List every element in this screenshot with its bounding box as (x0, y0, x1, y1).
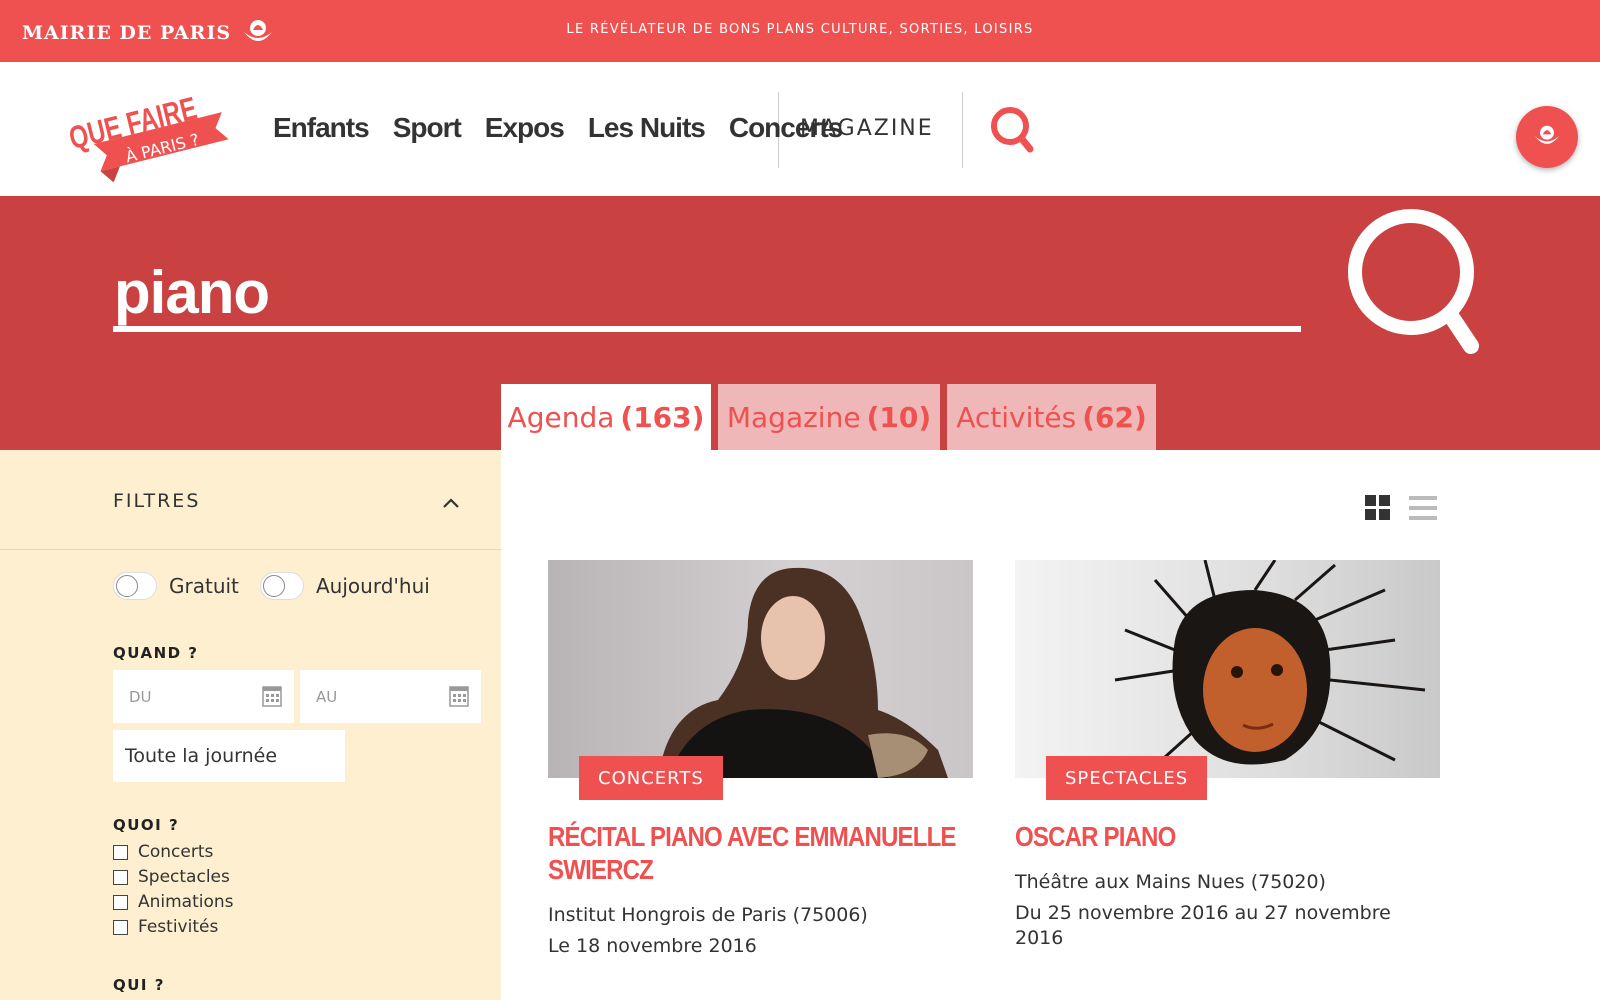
tab-agenda[interactable]: Agenda (163) (501, 384, 711, 450)
toggle-aujourdhui[interactable] (260, 572, 304, 600)
calendar-icon (449, 686, 469, 707)
event-image[interactable] (1015, 560, 1440, 778)
search-hero: piano Agenda (163) Magazine (10) Activités… (0, 196, 1600, 450)
checkbox-concerts[interactable]: Concerts (113, 842, 213, 862)
quand-heading: QUAND ? (113, 644, 199, 662)
site-tagline: LE RÉVÉLATEUR DE BONS PLANS CULTURE, SOR… (566, 22, 1034, 37)
checkbox-box (113, 919, 128, 935)
paris-boat-icon (1534, 125, 1560, 144)
nav-link-les-nuits[interactable]: Les Nuits (588, 112, 706, 144)
event-image[interactable] (548, 560, 973, 778)
qui-heading: QUI ? (113, 976, 165, 994)
chevron-up-icon[interactable] (442, 494, 460, 513)
date-to-placeholder: AU (316, 688, 338, 706)
time-range-select[interactable]: Toute la journée (113, 730, 345, 782)
checkbox-label: Animations (138, 892, 234, 912)
top-bar: MAIRIE DE PARIS LE RÉVÉLATEUR DE BONS PL… (0, 0, 1600, 62)
tab-activites-count: (62) (1082, 400, 1147, 434)
filters-divider (0, 549, 501, 550)
date-from-field[interactable]: DU (113, 670, 294, 723)
toggle-knob (263, 575, 285, 597)
que-faire-a-paris-logo[interactable]: QUE FAIRE À PARIS ? (65, 88, 236, 192)
nav-divider (962, 92, 963, 168)
toggle-gratuit[interactable] (113, 572, 157, 600)
event-title[interactable]: RÉCITAL PIANO AVEC EMMANUELLE SWIERCZ (548, 820, 969, 886)
calendar-icon (262, 686, 282, 707)
checkbox-box (113, 869, 128, 885)
event-title[interactable]: OSCAR PIANO (1015, 820, 1436, 853)
event-date: Le 18 novembre 2016 (548, 935, 757, 957)
event-card[interactable]: CONCERTS RÉCITAL PIANO AVEC EMMANUELLE S… (548, 560, 973, 959)
event-venue: Institut Hongrois de Paris (75006) (548, 904, 868, 926)
paris-floating-button[interactable] (1516, 106, 1578, 168)
checkbox-label: Festivités (138, 917, 219, 937)
tab-magazine-label: Magazine (726, 400, 861, 434)
checkbox-label: Spectacles (138, 867, 230, 887)
nav-links: Enfants Sport Expos Les Nuits Concerts (273, 112, 843, 144)
tab-magazine[interactable]: Magazine (10) (718, 384, 940, 450)
event-date: Du 25 novembre 2016 au 27 novembre 2016 (1015, 902, 1391, 949)
date-to-field[interactable]: AU (300, 670, 481, 723)
grid-view-icon[interactable] (1365, 495, 1391, 521)
event-card[interactable]: SPECTACLES OSCAR PIANO Théâtre aux Mains… (1015, 560, 1440, 951)
search-input[interactable]: piano (114, 258, 270, 327)
nav-search-icon[interactable] (988, 104, 1038, 160)
filters-sidebar: FILTRES Gratuit Aujourd'hui QUAND ? DU A… (0, 450, 501, 1000)
toggle-aujourdhui-label: Aujourd'hui (316, 574, 430, 598)
checkbox-box (113, 844, 128, 860)
search-submit-icon[interactable] (1345, 208, 1485, 367)
toggle-gratuit-label: Gratuit (169, 574, 239, 598)
nav-link-concerts[interactable]: Concerts (729, 112, 843, 144)
tab-magazine-count: (10) (866, 400, 932, 434)
checkbox-box (113, 894, 128, 910)
tab-activites[interactable]: Activités (62) (947, 384, 1156, 450)
results-area: CONCERTS RÉCITAL PIANO AVEC EMMANUELLE S… (501, 450, 1600, 1000)
search-input-underline (113, 326, 1301, 332)
nav-link-sport[interactable]: Sport (393, 112, 462, 144)
checkbox-animations[interactable]: Animations (113, 892, 234, 912)
nav-link-expos[interactable]: Expos (485, 112, 565, 144)
tab-agenda-count: (163) (620, 400, 705, 434)
checkbox-festivites[interactable]: Festivités (113, 917, 218, 937)
category-badge[interactable]: CONCERTS (579, 756, 723, 800)
list-view-icon[interactable] (1409, 495, 1437, 521)
toggle-knob (116, 575, 138, 597)
nav-link-enfants[interactable]: Enfants (273, 112, 370, 144)
event-venue: Théâtre aux Mains Nues (75020) (1015, 871, 1326, 893)
view-switcher (1365, 495, 1437, 521)
tab-agenda-label: Agenda (507, 400, 615, 434)
checkbox-spectacles[interactable]: Spectacles (113, 867, 230, 887)
tab-activites-label: Activités (956, 400, 1077, 434)
quoi-heading: QUOI ? (113, 816, 180, 834)
category-badge[interactable]: SPECTACLES (1046, 756, 1208, 800)
checkbox-label: Concerts (138, 842, 214, 862)
filters-title[interactable]: FILTRES (113, 490, 200, 512)
date-from-placeholder: DU (129, 688, 152, 706)
